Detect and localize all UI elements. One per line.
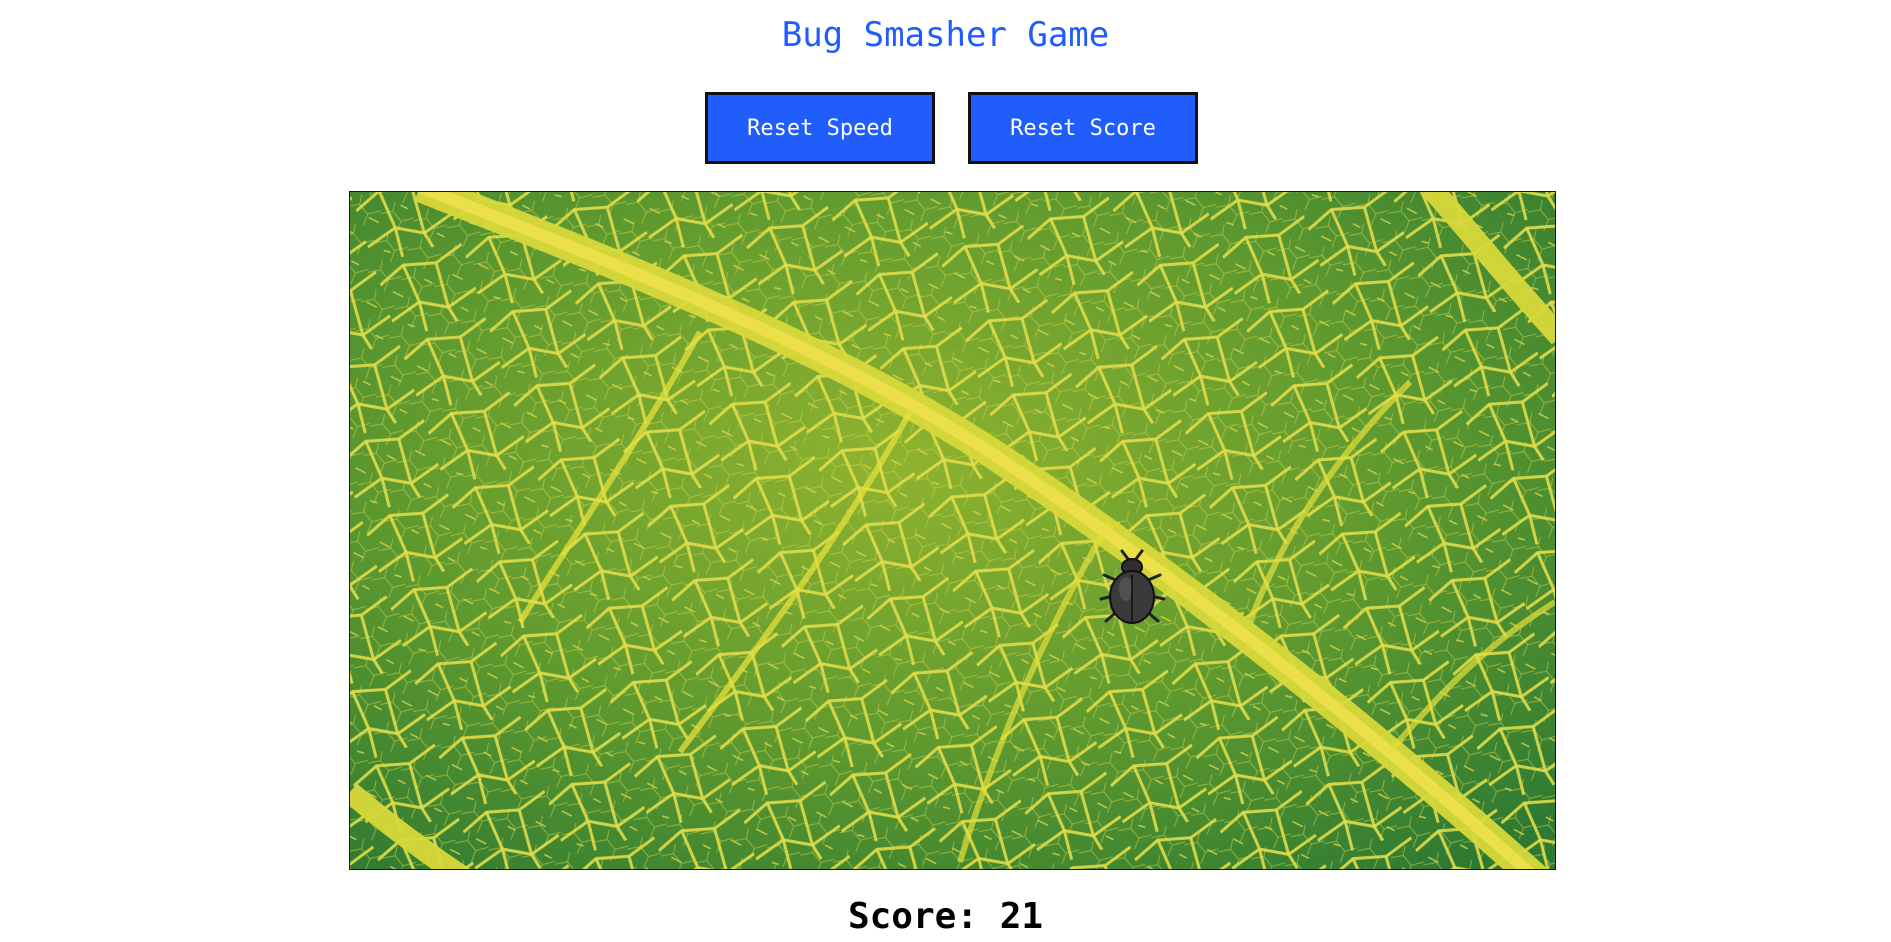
reset-speed-button[interactable]: Reset Speed bbox=[705, 92, 935, 164]
score-value: 21 bbox=[999, 896, 1044, 937]
reset-score-button[interactable]: Reset Score bbox=[968, 92, 1198, 164]
score-display: Score: 21 bbox=[0, 895, 1891, 939]
beetle-icon[interactable] bbox=[1094, 547, 1170, 637]
game-board[interactable] bbox=[349, 191, 1556, 870]
game-title: Bug Smasher Game bbox=[781, 15, 1110, 55]
leaf-background bbox=[350, 192, 1555, 869]
score-label: Score: bbox=[847, 896, 978, 937]
